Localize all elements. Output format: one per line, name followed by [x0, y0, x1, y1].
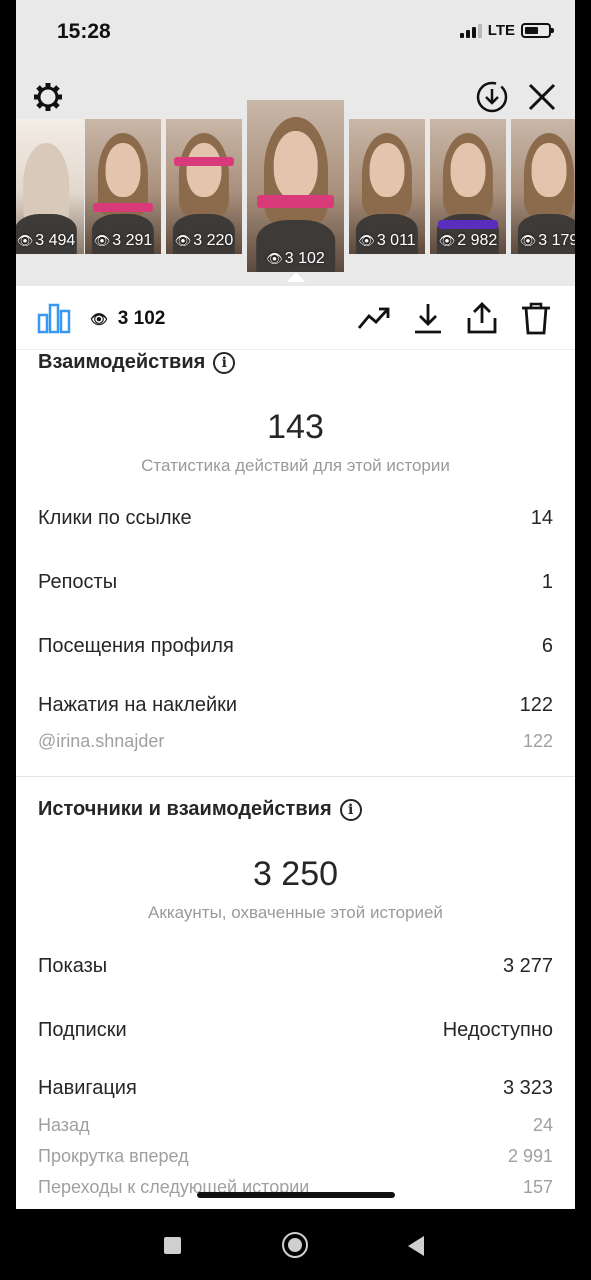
- trend-icon[interactable]: [357, 301, 391, 335]
- eye-icon: 👁: [358, 233, 375, 248]
- recents-button[interactable]: [164, 1237, 181, 1254]
- story-thumbnail[interactable]: 👁 2 982: [430, 119, 506, 254]
- story-views: 👁 2 982: [438, 232, 498, 249]
- back-button[interactable]: [408, 1236, 424, 1256]
- stories-strip: 👁 3 494 👁 3 291 👁 3 220 👁 3 102 👁 3 011 👁 2 9: [16, 100, 575, 275]
- eye-icon: 👁: [266, 251, 283, 266]
- eye-icon: 👁: [438, 233, 456, 248]
- interactions-title: Взаимодействия i: [38, 351, 236, 374]
- story-thumbnail[interactable]: 👁 3 494: [16, 119, 84, 254]
- section-divider: [16, 776, 575, 777]
- story-views: 👁 3 220: [174, 232, 234, 249]
- story-thumbnail[interactable]: 👁 3 220: [166, 119, 242, 254]
- status-icons: LTE: [459, 22, 554, 39]
- stat-row-shares: Репосты 1: [38, 571, 553, 593]
- story-views: 👁 3 102: [266, 250, 325, 267]
- discovery-title: Источники и взаимодействия i: [38, 798, 362, 821]
- trash-icon[interactable]: [519, 301, 553, 335]
- network-type: LTE: [487, 22, 515, 39]
- screen: 15:28 LTE 👁 3 494 👁 3 291 👁 3 220 👁 3 10…: [16, 0, 575, 1209]
- stat-row-forward: Прокрутка вперед 2 991: [38, 1146, 553, 1166]
- story-views: 👁 3 011: [358, 232, 416, 249]
- discovery-total: 3 250: [252, 855, 339, 893]
- discovery-subtitle: Аккаунты, охваченные этой историей: [148, 903, 443, 922]
- story-thumbnail[interactable]: 👁 3 179: [511, 119, 575, 254]
- current-story-pointer: [287, 272, 305, 282]
- interactions-subtitle: Статистика действий для этой истории: [141, 456, 450, 475]
- stat-row-follows: Подписки Недоступно: [38, 1019, 553, 1041]
- status-time: 15:28: [57, 20, 111, 43]
- stat-row-navigation: Навигация 3 323: [38, 1077, 553, 1099]
- story-views: 👁 3 291: [93, 232, 153, 249]
- share-icon[interactable]: [465, 301, 499, 335]
- battery-icon: [521, 23, 554, 38]
- story-header-area: 15:28 LTE 👁 3 494 👁 3 291 👁 3 220 👁 3 10…: [16, 0, 575, 286]
- info-icon[interactable]: i: [339, 798, 362, 821]
- home-indicator[interactable]: [197, 1192, 395, 1198]
- stat-row-back: Назад 24: [38, 1115, 553, 1135]
- android-nav-bar: [0, 1209, 591, 1280]
- signal-icon: [459, 23, 482, 38]
- stat-row-profile-visits: Посещения профиля 6: [38, 635, 553, 657]
- story-views: 👁 3 179: [519, 232, 575, 249]
- interactions-total: 143: [267, 408, 324, 446]
- stat-row-sticker-mention[interactable]: @irina.shnajder 122: [38, 731, 553, 752]
- story-views: 👁 3 494: [16, 232, 76, 249]
- story-views-count: 👁 3 102: [90, 308, 166, 329]
- download-icon[interactable]: [411, 301, 445, 335]
- story-thumbnail[interactable]: 👁 3 291: [85, 119, 161, 254]
- eye-icon: 👁: [90, 310, 108, 327]
- stat-row-impressions: Показы 3 277: [38, 955, 553, 977]
- eye-icon: 👁: [519, 233, 537, 248]
- story-toolbar: 👁 3 102: [16, 286, 575, 350]
- eye-icon: 👁: [93, 233, 111, 248]
- story-thumbnail-current[interactable]: 👁 3 102: [247, 100, 344, 272]
- insights-icon[interactable]: [36, 300, 72, 336]
- stat-row-sticker-taps: Нажатия на наклейки 122: [38, 694, 553, 716]
- eye-icon: 👁: [16, 233, 34, 248]
- home-button[interactable]: [282, 1232, 308, 1258]
- info-icon[interactable]: i: [213, 351, 236, 374]
- story-thumbnail[interactable]: 👁 3 011: [349, 119, 425, 254]
- stat-row-link-clicks: Клики по ссылке 14: [38, 507, 553, 529]
- eye-icon: 👁: [174, 233, 192, 248]
